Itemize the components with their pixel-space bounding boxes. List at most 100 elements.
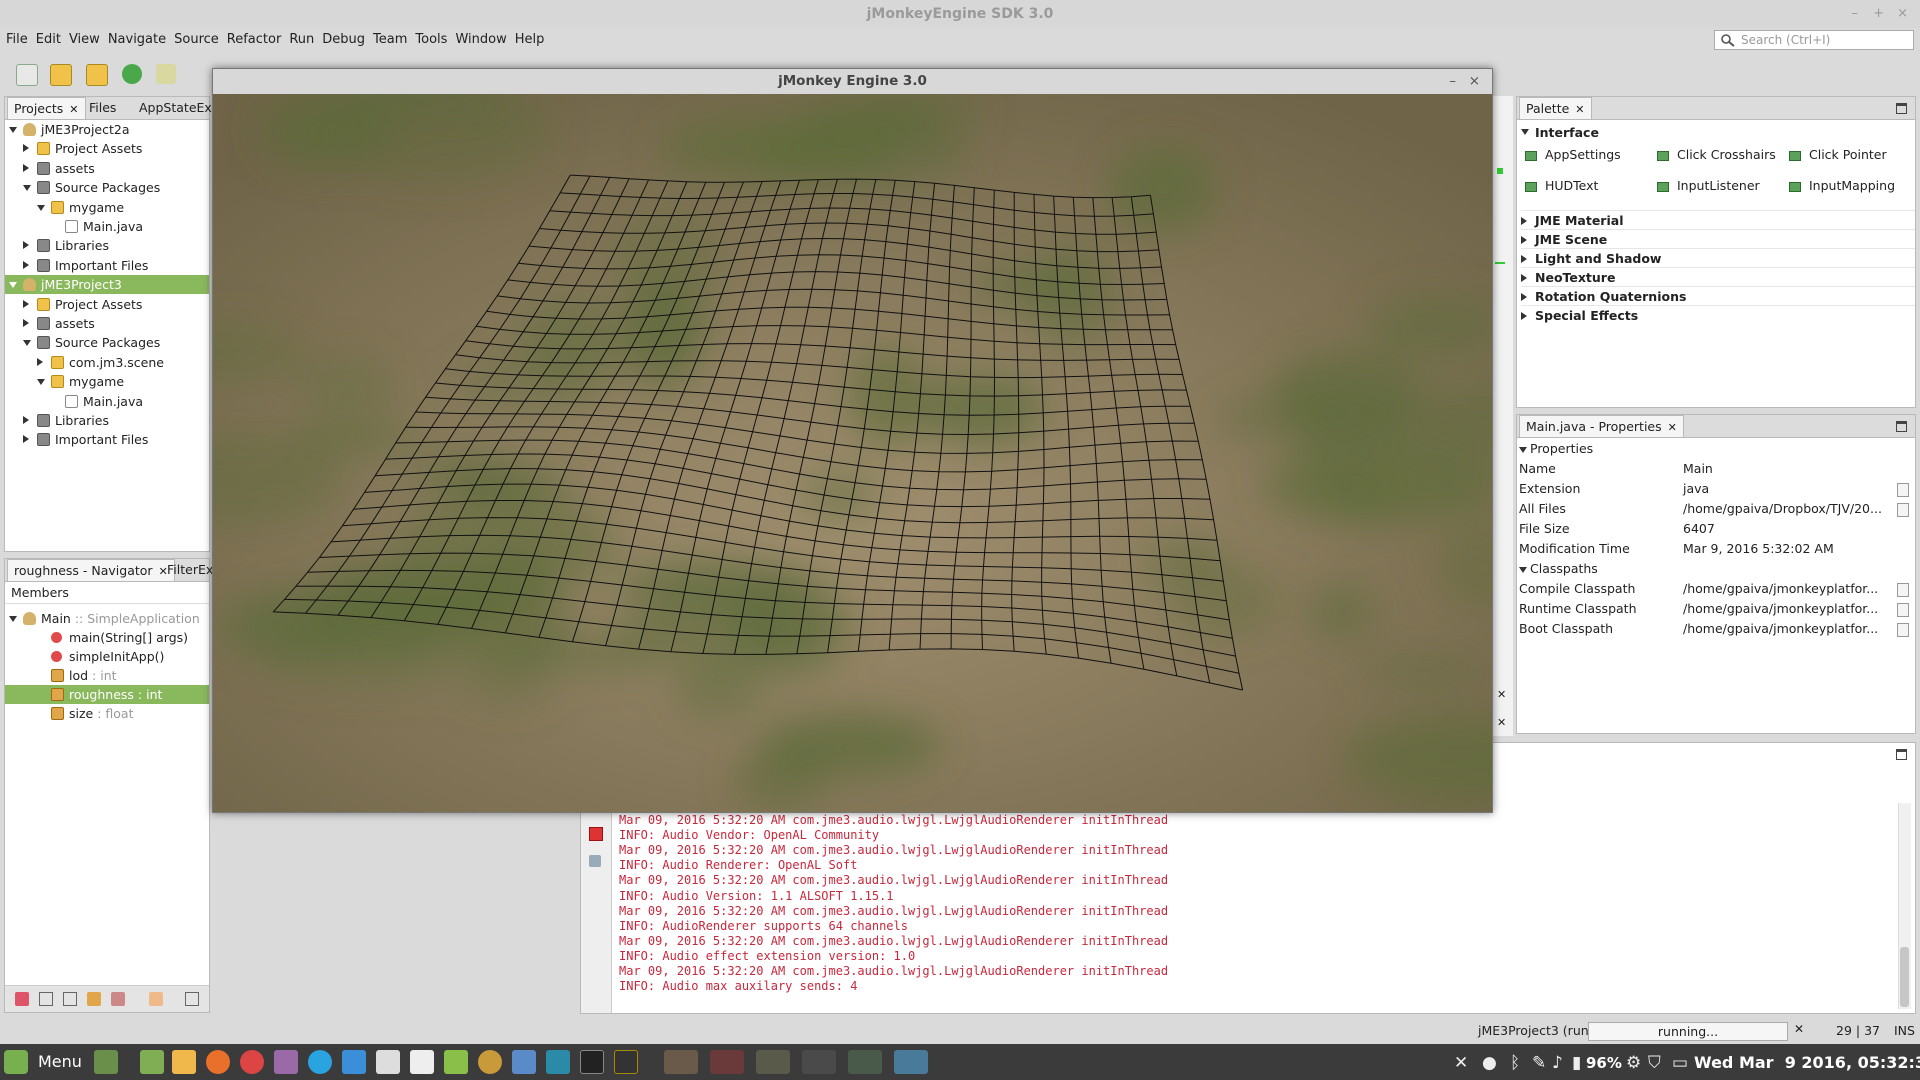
- expand-icon[interactable]: [23, 299, 29, 308]
- minimize-button[interactable]: –: [1852, 0, 1859, 28]
- tree-item[interactable]: Libraries: [5, 411, 209, 430]
- tab-files[interactable]: Files: [83, 97, 122, 119]
- scrollbar-thumb[interactable]: [1900, 947, 1909, 1007]
- terrain-render[interactable]: [213, 94, 1492, 812]
- close-button[interactable]: ×: [1897, 0, 1908, 28]
- sort-alpha-icon[interactable]: [185, 992, 199, 1006]
- close-icon[interactable]: ✕: [1575, 103, 1584, 116]
- chrome-icon[interactable]: [240, 1050, 264, 1074]
- collapse-icon[interactable]: [9, 616, 17, 622]
- palette-item[interactable]: InputListener: [1657, 176, 1760, 196]
- property-section[interactable]: Properties: [1519, 439, 1915, 459]
- property-value[interactable]: Main: [1683, 459, 1713, 479]
- menu-source[interactable]: Source: [170, 28, 223, 52]
- palette-category[interactable]: NeoTexture: [1521, 267, 1915, 287]
- expand-icon[interactable]: [23, 319, 29, 327]
- terminal-icon[interactable]: [580, 1050, 604, 1074]
- palette-item[interactable]: Click Pointer: [1789, 145, 1887, 165]
- collapse-icon[interactable]: [23, 340, 31, 347]
- expand-icon[interactable]: [23, 435, 29, 444]
- navigator-item[interactable]: size : float: [5, 704, 209, 723]
- palette-category[interactable]: Light and Shadow: [1521, 248, 1915, 268]
- tree-item[interactable]: Main.java: [5, 217, 209, 236]
- search-box[interactable]: Search (Ctrl+I): [1714, 30, 1914, 50]
- tab-palette[interactable]: Palette ✕: [1519, 97, 1592, 119]
- edit-property-button[interactable]: [1897, 623, 1909, 637]
- tree-item[interactable]: Project Assets: [5, 295, 209, 314]
- bluetooth-icon[interactable]: ᛒ: [1510, 1053, 1520, 1073]
- new-project-icon[interactable]: [50, 64, 72, 86]
- menu-edit[interactable]: Edit: [32, 28, 65, 52]
- start-menu-button[interactable]: Menu: [2, 1050, 92, 1074]
- property-value[interactable]: /home/gpaiva/jmonkeyplatfor...: [1683, 619, 1878, 639]
- palette-item[interactable]: AppSettings: [1525, 145, 1621, 165]
- network-icon[interactable]: ⚙: [1626, 1053, 1641, 1073]
- property-row[interactable]: File Size 6407: [1519, 519, 1915, 539]
- palette-item[interactable]: InputMapping: [1789, 176, 1895, 196]
- filter-nonpublic-icon[interactable]: [63, 992, 77, 1006]
- download-icon[interactable]: [122, 64, 142, 84]
- expand-icon[interactable]: [37, 357, 43, 366]
- minimize-panel-icon[interactable]: [1896, 103, 1907, 114]
- edit-property-button[interactable]: [1897, 483, 1909, 497]
- show-desktop-icon[interactable]: [94, 1050, 118, 1074]
- tree-item[interactable]: Project Assets: [5, 139, 209, 158]
- edit-property-button[interactable]: [1897, 603, 1909, 617]
- menu-navigate[interactable]: Navigate: [104, 28, 170, 52]
- app-icon[interactable]: [342, 1050, 366, 1074]
- members-dropdown[interactable]: Members: [5, 583, 209, 604]
- close-button[interactable]: ×: [1469, 69, 1480, 94]
- collapse-icon[interactable]: [37, 204, 45, 211]
- open-window-button[interactable]: [802, 1050, 836, 1074]
- tree-item[interactable]: Libraries: [5, 236, 209, 255]
- palette-category-interface[interactable]: Interface: [1521, 123, 1599, 142]
- palette-category[interactable]: Rotation Quaternions: [1521, 286, 1915, 306]
- tree-item[interactable]: Source Packages: [5, 333, 209, 352]
- sort-icon[interactable]: [149, 992, 163, 1006]
- property-section[interactable]: Classpaths: [1519, 559, 1915, 579]
- pen-icon[interactable]: ✎: [1532, 1053, 1546, 1073]
- tab-properties[interactable]: Main.java - Properties ✕: [1519, 415, 1684, 437]
- user-icon[interactable]: ●: [1482, 1053, 1497, 1073]
- cancel-task-icon[interactable]: ✕: [1794, 1022, 1804, 1036]
- navigator-item[interactable]: Main :: SimpleApplication: [5, 609, 209, 628]
- tree-item[interactable]: Important Files: [5, 430, 209, 449]
- palette-category[interactable]: JME Scene: [1521, 229, 1915, 249]
- tree-item[interactable]: assets: [5, 159, 209, 178]
- expand-icon[interactable]: [23, 144, 29, 153]
- menu-window[interactable]: Window: [451, 28, 510, 52]
- collapse-icon[interactable]: [9, 282, 17, 289]
- android-icon[interactable]: [444, 1050, 468, 1074]
- menu-tools[interactable]: Tools: [411, 28, 451, 52]
- virtualbox-icon[interactable]: [512, 1050, 536, 1074]
- property-value[interactable]: 6407: [1683, 519, 1715, 539]
- game-window[interactable]: jMonkey Engine 3.0 – ×: [212, 68, 1493, 813]
- tree-item[interactable]: mygame: [5, 198, 209, 217]
- close-icon[interactable]: ✕: [1668, 421, 1677, 434]
- property-row[interactable]: Extension java: [1519, 479, 1915, 499]
- minimize-panel-icon[interactable]: [1896, 749, 1907, 760]
- open-window-button[interactable]: [848, 1050, 882, 1074]
- expand-icon[interactable]: [23, 416, 29, 424]
- clock[interactable]: Wed Mar 9 2016, 05:32:33: [1694, 1053, 1920, 1072]
- shield-icon[interactable]: ⛉: [1648, 1053, 1661, 1073]
- palette-category[interactable]: Special Effects: [1521, 305, 1915, 325]
- open-project-icon[interactable]: [86, 64, 108, 86]
- edit-property-button[interactable]: [1897, 583, 1909, 597]
- property-row[interactable]: Compile Classpath/home/gpaiva/jmonkeypla…: [1519, 579, 1915, 599]
- close-icon[interactable]: ✕: [69, 103, 78, 116]
- new-file-icon[interactable]: [16, 64, 38, 86]
- close-all-icon[interactable]: ✕: [1454, 1053, 1468, 1073]
- tree-item[interactable]: assets: [5, 314, 209, 333]
- palette-item[interactable]: Click Crosshairs: [1657, 145, 1776, 165]
- app-icon[interactable]: [172, 1050, 196, 1074]
- tree-item[interactable]: jME3Project2a: [5, 120, 209, 139]
- property-row[interactable]: Name Main: [1519, 459, 1915, 479]
- tree-item[interactable]: com.jm3.scene: [5, 353, 209, 372]
- filter-fields-icon[interactable]: [15, 992, 29, 1006]
- collapse-icon[interactable]: [9, 127, 17, 133]
- property-value[interactable]: /home/gpaiva/jmonkeyplatfor...: [1683, 599, 1878, 619]
- palette-item[interactable]: HUDText: [1525, 176, 1598, 196]
- output-console[interactable]: Mar 09, 2016 5:32:20 AM com.jme3.audio.l…: [619, 813, 1895, 1013]
- app-icon[interactable]: [546, 1050, 570, 1074]
